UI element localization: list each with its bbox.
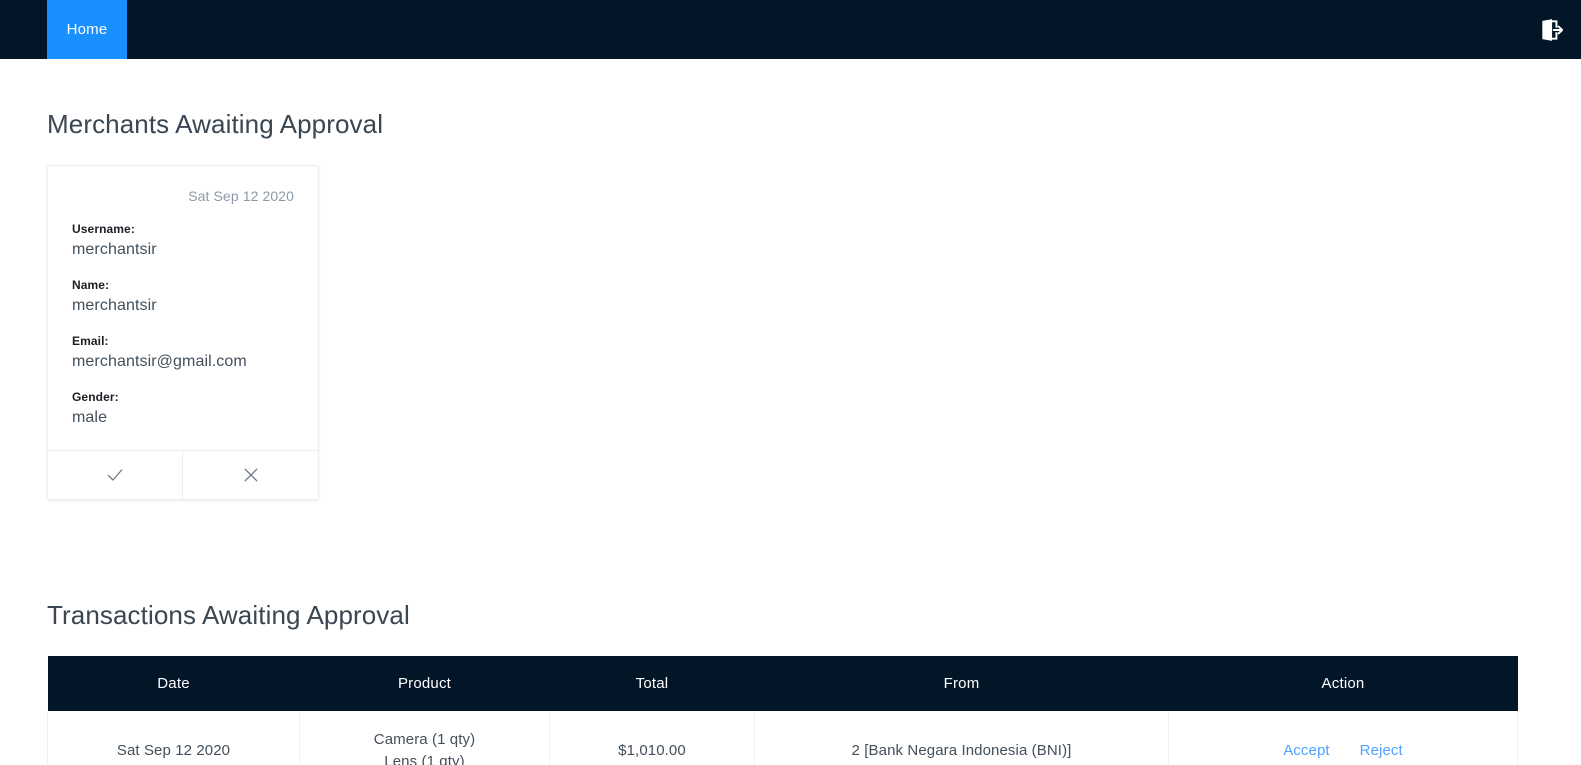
- transactions-section-title: Transactions Awaiting Approval: [47, 600, 410, 630]
- column-header-from: From: [943, 675, 980, 692]
- action-links: Accept Reject: [1177, 740, 1509, 762]
- merchant-card: Sat Sep 12 2020 Username: merchantsir Na…: [47, 165, 319, 500]
- merchant-field-gender-label: Gender:: [72, 390, 119, 404]
- close-icon: [241, 465, 261, 485]
- merchant-field-gender: Gender: male: [72, 388, 294, 430]
- accept-transaction-link[interactable]: Accept: [1283, 740, 1329, 762]
- table-row: Sat Sep 12 2020 Camera (1 qty) Lens (1 q…: [47, 711, 1518, 765]
- merchant-field-gender-value: male: [72, 409, 108, 426]
- merchant-field-username-value: merchantsir: [72, 241, 157, 258]
- navbar-filler: [127, 0, 1521, 59]
- nav-tab-home-label: Home: [66, 21, 108, 38]
- logout-icon: [1538, 17, 1564, 43]
- merchant-field-name-label: Name:: [72, 278, 110, 292]
- top-navbar: Home: [0, 0, 1581, 59]
- merchant-field-name-value: merchantsir: [72, 297, 157, 314]
- column-header-action: Action: [1321, 675, 1365, 692]
- merchants-section-title: Merchants Awaiting Approval: [47, 109, 384, 139]
- product-line-1: Camera (1 qty): [373, 731, 476, 748]
- merchant-field-email-label: Email:: [72, 334, 109, 348]
- logout-button[interactable]: [1521, 0, 1581, 59]
- transactions-table: Date Product Total From Action Sat Sep 1…: [47, 656, 1518, 765]
- column-header-total: Total: [635, 675, 669, 692]
- column-header-date: Date: [157, 675, 190, 692]
- transactions-section: Transactions Awaiting Approval Date Prod…: [47, 600, 1534, 765]
- nav-tab-home[interactable]: Home: [47, 0, 127, 59]
- merchant-card-body: Sat Sep 12 2020 Username: merchantsir Na…: [48, 166, 318, 450]
- merchant-card-date: Sat Sep 12 2020: [188, 188, 294, 204]
- reject-transaction-link[interactable]: Reject: [1360, 740, 1403, 762]
- cell-date: Sat Sep 12 2020: [47, 711, 300, 765]
- cell-total: $1,010.00: [549, 711, 755, 765]
- merchant-field-email-value: merchantsir@gmail.com: [72, 353, 247, 370]
- cell-from: 2 [Bank Negara Indonesia (BNI)]: [754, 711, 1169, 765]
- page-content: Merchants Awaiting Approval Sat Sep 12 2…: [0, 109, 1581, 765]
- cell-action: Accept Reject: [1168, 711, 1518, 765]
- merchant-field-username-label: Username:: [72, 222, 135, 236]
- merchant-card-list: Sat Sep 12 2020 Username: merchantsir Na…: [47, 165, 1534, 500]
- transactions-table-body: Sat Sep 12 2020 Camera (1 qty) Lens (1 q…: [47, 711, 1518, 765]
- product-line-2: Lens (1 qty): [384, 752, 465, 765]
- navbar-left-spacer: [0, 0, 47, 59]
- merchant-field-email: Email: merchantsir@gmail.com: [72, 332, 294, 374]
- transactions-header-row: Date Product Total From Action: [47, 656, 1518, 711]
- merchant-field-username: Username: merchantsir: [72, 220, 294, 262]
- transactions-table-head: Date Product Total From Action: [47, 656, 1518, 711]
- cell-product: Camera (1 qty) Lens (1 qty): [299, 711, 550, 765]
- merchant-field-name: Name: merchantsir: [72, 276, 294, 318]
- check-icon: [105, 465, 125, 485]
- merchant-card-actions: [48, 450, 318, 499]
- column-header-product: Product: [397, 675, 452, 692]
- merchant-approve-button[interactable]: [48, 451, 183, 499]
- merchant-decline-button[interactable]: [183, 451, 318, 499]
